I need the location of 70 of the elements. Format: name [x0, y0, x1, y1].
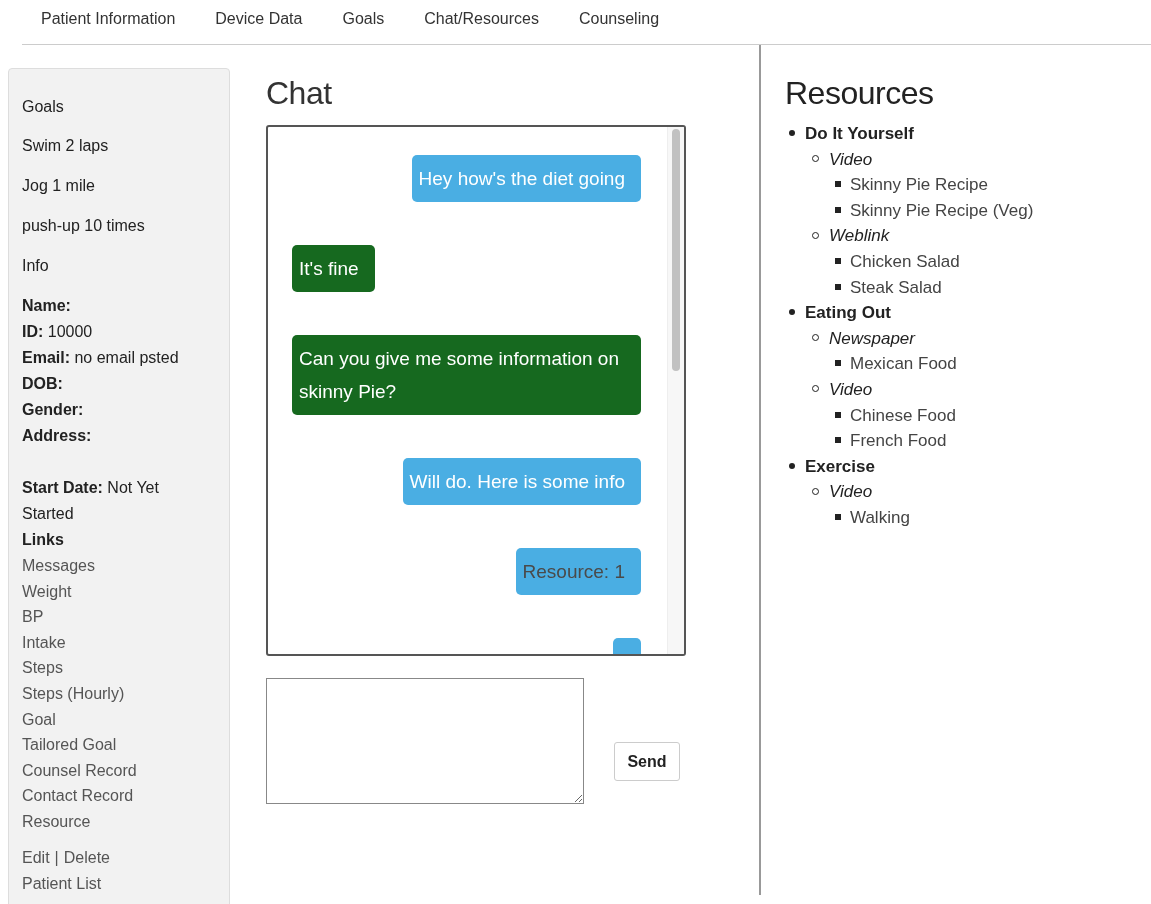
message-input[interactable] — [266, 678, 584, 804]
list-category: Video — [829, 379, 873, 399]
nav-tab[interactable]: Device Data — [195, 0, 323, 28]
nav-tab[interactable]: Patient Information — [22, 0, 196, 28]
goal-item: Swim 2 laps — [22, 136, 110, 156]
bullet-icon — [835, 513, 841, 520]
bullet-icon — [835, 411, 841, 418]
list-category: Exercise — [805, 456, 875, 476]
list-category: Do It Yourself — [805, 124, 914, 143]
sidebar-link[interactable]: Counsel Record — [22, 757, 189, 784]
info-field: Gender: — [22, 397, 189, 423]
info-field: Name: — [22, 293, 189, 319]
list-category: Eating Out — [805, 303, 891, 323]
bullet-icon — [789, 309, 795, 316]
bullet-icon — [835, 181, 841, 188]
sidebar-link[interactable]: Goal — [22, 706, 189, 733]
sidebar-link[interactable]: Contact Record — [22, 783, 189, 809]
sidebar-link[interactable]: BP — [22, 604, 189, 630]
sidebar-link[interactable]: Steps — [22, 655, 189, 681]
edit-link[interactable]: Edit — [22, 844, 50, 871]
delete-link[interactable]: Delete — [63, 844, 110, 871]
bullet-icon — [835, 437, 841, 444]
list-item-link[interactable]: Chinese Food — [850, 405, 956, 425]
list-item-link[interactable]: Steak Salad — [850, 277, 942, 297]
sidebar-link[interactable]: Messages — [22, 553, 189, 579]
info-field: DOB: — [22, 371, 189, 397]
section-heading: Goals — [22, 97, 65, 117]
scrollbar[interactable] — [667, 127, 684, 654]
goal-item: Jog 1 mile — [22, 176, 96, 196]
chat-bubble: Hey how's the diet going — [411, 155, 641, 202]
resources-title: Resources — [785, 75, 935, 111]
nav-tab[interactable]: Chat/Resources — [404, 0, 559, 28]
links-heading: Links — [22, 530, 65, 550]
bullet-icon — [835, 360, 841, 367]
sidebar-link[interactable]: Weight — [22, 578, 189, 605]
patient-list-link[interactable]: Patient List — [22, 870, 189, 897]
list-item-link[interactable]: French Food — [850, 431, 947, 451]
chat-title: Chat — [266, 75, 333, 111]
sidebar-link[interactable]: Resource — [22, 808, 189, 835]
list-category: Video — [829, 149, 873, 169]
sidebar-link[interactable]: Tailored Goal — [22, 732, 189, 758]
list-item-link[interactable]: Walking — [850, 507, 910, 527]
info-field: Address: — [22, 423, 189, 449]
info-field: Email: no email psted — [22, 345, 189, 371]
bullet-icon — [789, 130, 795, 136]
send-button[interactable]: Send — [614, 742, 680, 781]
list-item-link[interactable]: Skinny Pie Recipe — [850, 175, 988, 195]
bullet-icon — [835, 258, 841, 264]
list-category: Newspaper — [829, 328, 915, 348]
bullet-icon — [835, 283, 841, 290]
nav-tab[interactable]: Goals — [322, 0, 405, 28]
list-item-link[interactable]: Mexican Food — [850, 354, 957, 374]
nav-tab[interactable]: Counseling — [558, 0, 680, 28]
chat-bubble: It's fine — [292, 245, 375, 292]
list-category: Video — [829, 482, 873, 502]
chat-bubble: Can you give me some information on skinny Pie? — [292, 335, 641, 415]
list-item-link[interactable]: Chicken Salad — [850, 251, 960, 271]
bullet-icon — [789, 462, 795, 469]
list-item-link[interactable]: Skinny Pie Recipe (Veg) — [850, 200, 1034, 220]
goal-item: push-up 10 times — [22, 216, 146, 236]
info-field: ID: 10000 — [22, 319, 189, 345]
section-heading: Info — [22, 256, 50, 276]
chat-bubble: Will do. Here is some info — [402, 458, 641, 505]
list-category: Weblink — [829, 226, 890, 246]
sidebar-link[interactable]: Intake — [22, 629, 189, 656]
start-date: Start Date: Not Yet Started — [22, 478, 160, 524]
sidebar-link[interactable]: Steps (Hourly) — [22, 680, 189, 707]
bullet-icon — [835, 206, 841, 213]
chat-bubble: Resource: 1 — [515, 548, 641, 595]
separator: | — [54, 847, 59, 868]
